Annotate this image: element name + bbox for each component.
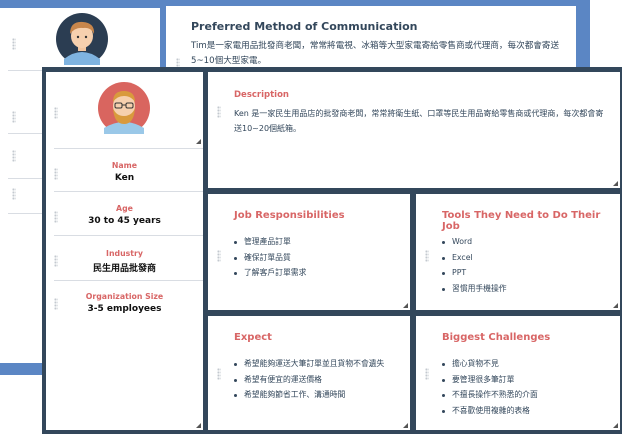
name-label: Name (111, 161, 138, 170)
drag-handle[interactable] (54, 107, 58, 119)
drag-handle[interactable] (12, 150, 16, 162)
list-item: 管理產品訂單 (234, 234, 306, 250)
drag-handle[interactable] (54, 255, 58, 267)
resize-handle[interactable] (403, 303, 408, 308)
list-item: 確保訂單品質 (234, 250, 306, 266)
resize-handle[interactable] (613, 423, 618, 428)
list-item: 擔心貨物不見 (442, 356, 538, 372)
list-item: Excel (442, 250, 507, 266)
list-item: 不喜歡使用複雜的表格 (442, 403, 538, 419)
list-item: Word (442, 234, 507, 250)
divider (54, 280, 203, 281)
drag-handle[interactable] (425, 368, 429, 380)
age-label: Age (116, 204, 133, 213)
back-card-text: Tim是一家電用品批發商老闆，常常將電視、冰箱等大型家電寄給零售商或代理商，每次… (191, 41, 560, 66)
drag-handle[interactable] (12, 111, 16, 123)
tools-list: Word Excel PPT 習慣用手機操作 (442, 234, 507, 296)
challenges-title: Biggest Challenges (442, 332, 551, 343)
list-item: PPT (442, 265, 507, 281)
resize-handle[interactable] (196, 139, 201, 144)
drag-handle[interactable] (54, 211, 58, 223)
list-item: 要管理很多筆訂單 (442, 372, 538, 388)
drag-handle[interactable] (12, 38, 16, 50)
expect-list: 希望能夠運送大筆訂單並且貨物不會遺失 希望有便宜的運送價格 希望能夠節省工作、溝… (234, 356, 384, 403)
org-size-value: 3-5 employees (87, 304, 162, 314)
list-item: 了解客戶訂單需求 (234, 265, 306, 281)
profile-card: Name Ken Age 30 to 45 years Industry 民生用… (46, 72, 203, 430)
drag-handle[interactable] (54, 298, 58, 310)
resize-handle[interactable] (613, 181, 618, 186)
drag-handle[interactable] (12, 188, 16, 200)
list-item: 習慣用手機操作 (442, 281, 507, 297)
resize-handle[interactable] (613, 303, 618, 308)
drag-handle[interactable] (217, 250, 221, 262)
job-responsibilities-title: Job Responsibilities (234, 210, 345, 221)
list-item: 希望能夠運送大筆訂單並且貨物不會遺失 (234, 356, 384, 372)
expect-card: Expect 希望能夠運送大筆訂單並且貨物不會遺失 希望有便宜的運送價格 希望能… (208, 316, 410, 430)
tools-card: Tools They Need to Do Their Job Word Exc… (416, 194, 620, 310)
job-responsibilities-list: 管理產品訂單 確保訂單品質 了解客戶訂單需求 (234, 234, 306, 281)
description-title: Description (234, 90, 289, 100)
job-responsibilities-card: Job Responsibilities 管理產品訂單 確保訂單品質 了解客戶訂… (208, 194, 410, 310)
avatar-tim (56, 13, 108, 65)
drag-handle[interactable] (54, 168, 58, 180)
description-text: Ken 是一家民生用品店的批發商老闆，常常將衛生紙、口罩等民生用品寄給零售商或代… (234, 109, 604, 133)
list-item: 希望有便宜的運送價格 (234, 372, 384, 388)
avatar-ken (98, 82, 150, 134)
divider (54, 148, 203, 149)
back-card-title: Preferred Method of Communication (191, 20, 418, 33)
drag-handle[interactable] (217, 106, 221, 118)
challenges-list: 擔心貨物不見 要管理很多筆訂單 不擅長操作不熟悉的介面 不喜歡使用複雜的表格 (442, 356, 538, 418)
expect-title: Expect (234, 332, 272, 343)
divider (54, 191, 203, 192)
drag-handle[interactable] (217, 368, 221, 380)
list-item: 希望能夠節省工作、溝通時間 (234, 387, 384, 403)
drag-handle[interactable] (425, 250, 429, 262)
org-size-label: Organization Size (85, 292, 164, 301)
divider (54, 235, 203, 236)
age-value: 30 to 45 years (88, 216, 161, 226)
name-value: Ken (114, 173, 135, 183)
resize-handle[interactable] (196, 423, 201, 428)
description-card: Description Ken 是一家民生用品店的批發商老闆，常常將衛生紙、口罩… (208, 72, 620, 188)
resize-handle[interactable] (403, 423, 408, 428)
industry-value: 民生用品批發商 (92, 264, 156, 274)
challenges-card: Biggest Challenges 擔心貨物不見 要管理很多筆訂單 不擅長操作… (416, 316, 620, 430)
industry-label: Industry (106, 249, 143, 258)
tools-title: Tools They Need to Do Their Job (442, 210, 601, 232)
list-item: 不擅長操作不熟悉的介面 (442, 387, 538, 403)
